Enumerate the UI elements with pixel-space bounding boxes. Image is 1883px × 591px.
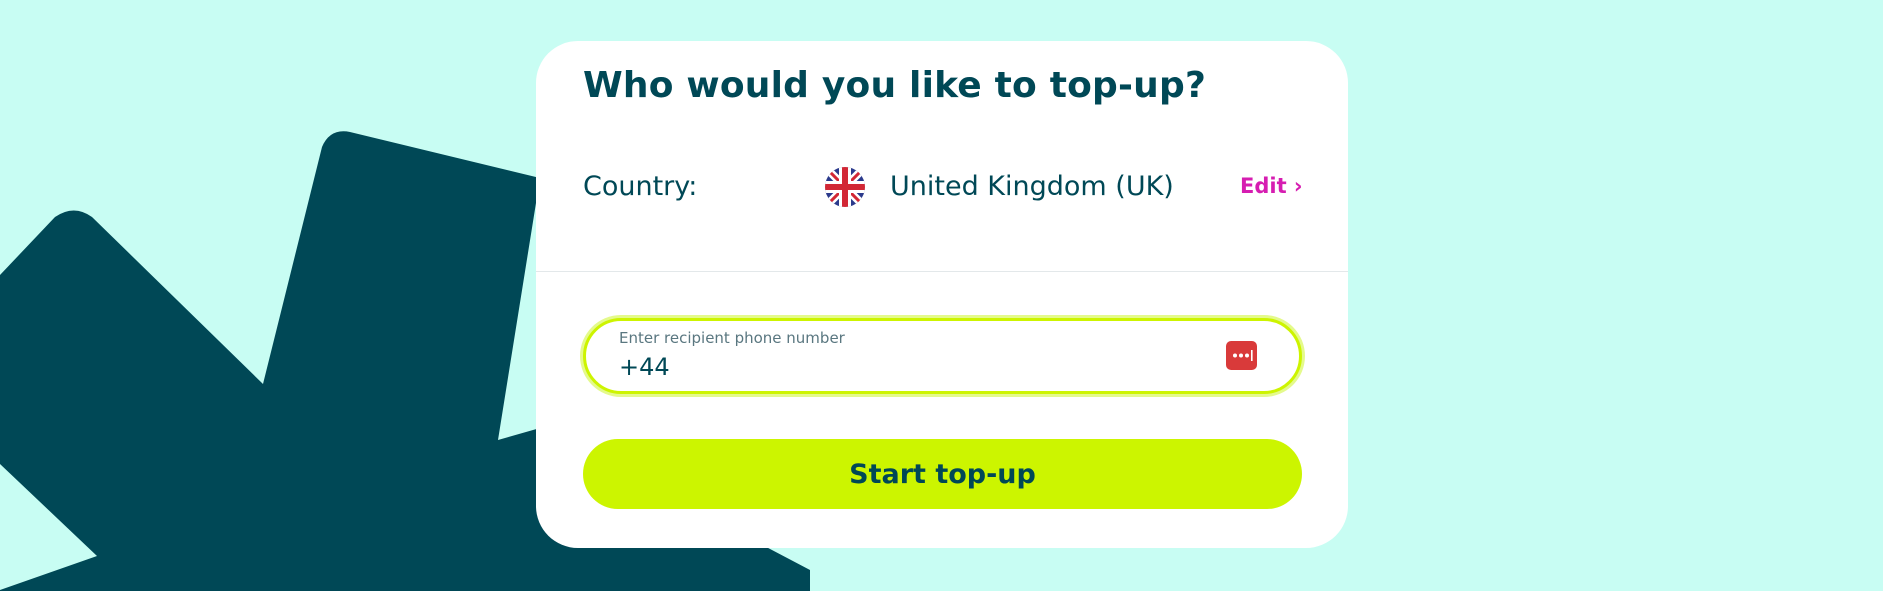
page-title: Who would you like to top-up?: [583, 65, 1207, 106]
edit-country-link[interactable]: Edit ›: [1240, 174, 1303, 198]
top-up-card: Who would you like to top-up? Country: U…: [536, 41, 1348, 548]
country-label: Country:: [583, 171, 698, 202]
start-top-up-button[interactable]: Start top-up: [583, 439, 1302, 509]
password-manager-icon[interactable]: [1226, 341, 1257, 370]
phone-number-input[interactable]: [619, 353, 1179, 381]
divider: [536, 271, 1348, 272]
uk-flag-icon: [825, 167, 865, 207]
phone-number-field[interactable]: Enter recipient phone number: [583, 318, 1302, 394]
phone-field-label: Enter recipient phone number: [619, 329, 845, 347]
selected-country: United Kingdom (UK): [890, 171, 1174, 202]
